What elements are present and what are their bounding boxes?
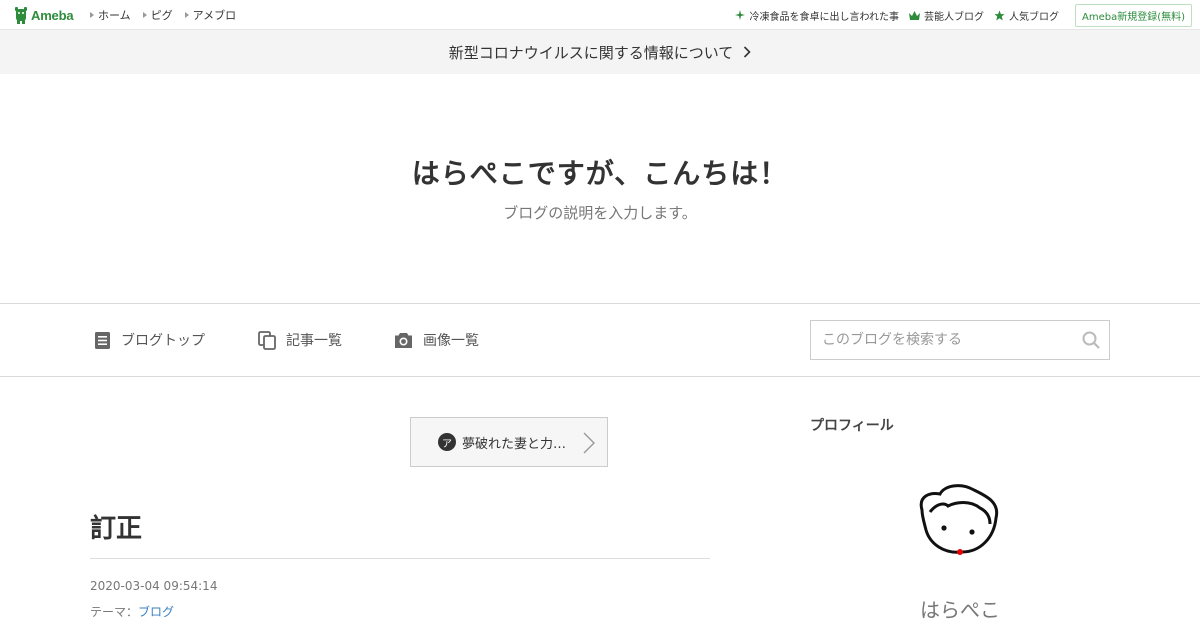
- nav-entry-list[interactable]: 記事一覧: [258, 304, 342, 376]
- blog-nav: ブログトップ 記事一覧 画像一覧: [0, 303, 1200, 377]
- header-right-links: 冷凍食品を食卓に出し言われた事 芸能人ブログ 人気ブログ Ameba新規登録(無…: [725, 0, 1192, 30]
- nav-blog-top[interactable]: ブログトップ: [94, 304, 205, 376]
- nav-image-list-label: 画像一覧: [423, 333, 479, 349]
- sparkle-icon: [735, 10, 746, 20]
- register-button[interactable]: Ameba新規登録(無料): [1074, 3, 1192, 27]
- blog-title[interactable]: はらぺこですが、こんちは！: [0, 152, 1200, 192]
- prev-entry-title: 夢破れた妻と力…: [462, 436, 567, 452]
- caret-right-icon: [184, 12, 189, 18]
- nav-ameblo-label: アメブロ: [192, 9, 237, 22]
- document-icon: [94, 331, 111, 350]
- nav-image-list[interactable]: 画像一覧: [394, 304, 479, 376]
- nav-pigg[interactable]: ピグ: [142, 7, 173, 23]
- ameba-logo-text: Ameba: [31, 7, 74, 23]
- blog-description: ブログの説明を入力します。: [503, 204, 697, 222]
- profile-avatar[interactable]: [900, 452, 1020, 572]
- search-button[interactable]: [1081, 330, 1101, 350]
- celebrity-blog-link[interactable]: 芸能人ブログ: [908, 8, 984, 23]
- profile-name[interactable]: はらぺこ: [810, 594, 1110, 623]
- crown-icon: [908, 10, 920, 20]
- trending-topic-link[interactable]: 冷凍食品を食卓に出し言われた事: [735, 8, 899, 23]
- profile-heading: プロフィール: [810, 418, 894, 434]
- nav-entry-list-label: 記事一覧: [286, 333, 342, 349]
- caret-right-icon: [142, 12, 147, 18]
- search-icon: [1082, 331, 1100, 349]
- nav-home-label: ホーム: [98, 9, 131, 22]
- global-nav: ホーム ピグ アメブロ: [90, 0, 248, 30]
- covid-notice-text: 新型コロナウイルスに関する情報について: [448, 43, 734, 62]
- nav-ameblo[interactable]: アメブロ: [184, 7, 237, 23]
- chevron-right-icon: [583, 432, 595, 454]
- prev-entry-link[interactable]: ア 夢破れた妻と力…: [410, 417, 608, 467]
- entry-theme: テーマ：ブログ: [90, 603, 174, 620]
- chevron-right-icon: [743, 46, 751, 58]
- celebrity-blog-label: 芸能人ブログ: [923, 11, 984, 23]
- popular-blog-label: 人気ブログ: [1008, 11, 1059, 23]
- ameba-logo-icon: [15, 7, 27, 24]
- nav-blog-top-label: ブログトップ: [121, 333, 205, 349]
- blog-search-input[interactable]: [811, 321, 1071, 359]
- nav-home[interactable]: ホーム: [90, 7, 131, 23]
- blog-search: [810, 320, 1110, 360]
- ameba-badge-icon: ア: [438, 433, 456, 451]
- caret-right-icon: [90, 12, 94, 18]
- popular-blog-link[interactable]: 人気ブログ: [994, 8, 1059, 23]
- entry-theme-label: テーマ：: [90, 605, 139, 619]
- star-icon: [994, 9, 1005, 21]
- covid-notice-bar[interactable]: 新型コロナウイルスに関する情報について: [0, 30, 1200, 74]
- entry-divider: [90, 558, 710, 559]
- entry-theme-link[interactable]: ブログ: [138, 605, 174, 619]
- global-header: Ameba ホーム ピグ アメブロ 冷凍食品を食卓に出し言われた事 芸能人ブログ…: [0, 0, 1200, 30]
- trending-topic-label: 冷凍食品を食卓に出し言われた事: [749, 11, 899, 23]
- entry-title[interactable]: 訂正: [90, 508, 142, 545]
- entry-date: 2020-03-04 09:54:14: [90, 579, 218, 593]
- ameba-logo[interactable]: Ameba: [14, 6, 74, 24]
- camera-icon: [394, 332, 413, 349]
- avatar-drawing: [919, 484, 999, 555]
- copy-icon: [258, 330, 276, 350]
- nav-pigg-label: ピグ: [150, 9, 173, 22]
